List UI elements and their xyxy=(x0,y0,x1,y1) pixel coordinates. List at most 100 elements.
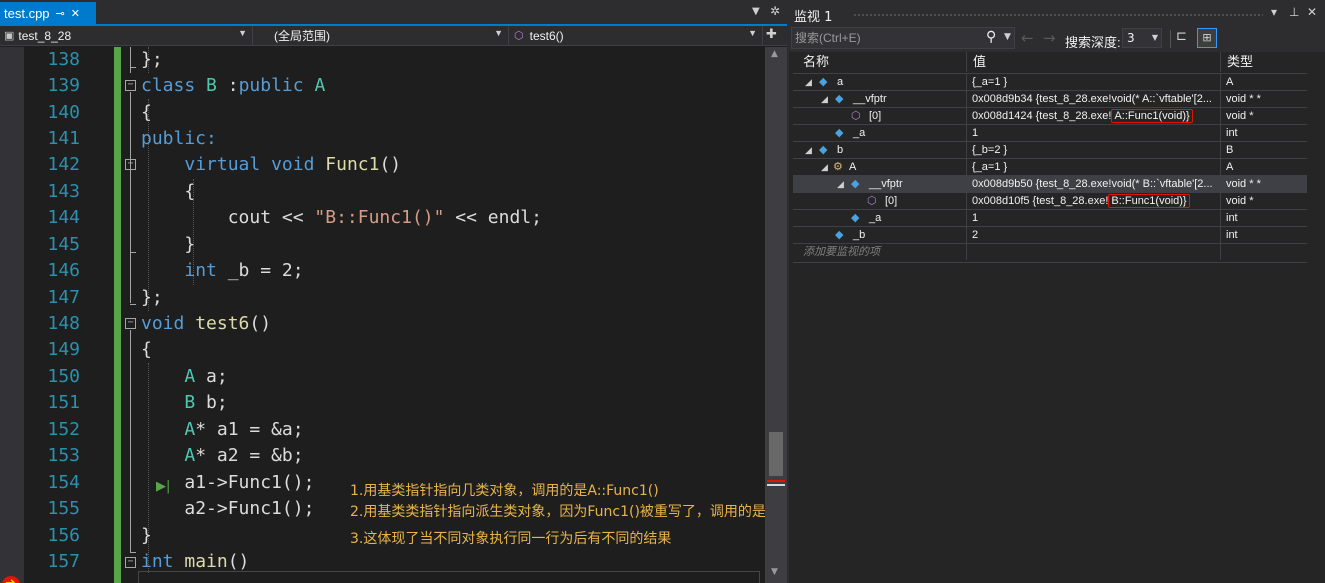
watch-row-selected[interactable]: ◢ ◆ __vfptr 0x008d9b50 {test_8_28.exe!vo… xyxy=(793,175,1307,192)
chevron-down-icon: ▼ xyxy=(494,28,503,38)
toolbar-separator xyxy=(1170,30,1171,48)
watch-row[interactable]: ◆ _a 1 int xyxy=(793,124,1307,141)
collapse-triangle-icon[interactable]: ◢ xyxy=(821,159,828,175)
chevron-down-icon[interactable]: ▼ xyxy=(1004,32,1011,42)
variable-icon: ◆ xyxy=(851,212,860,224)
window-menu-icon[interactable]: ▾ xyxy=(1271,5,1277,19)
scrollbar-thumb[interactable] xyxy=(769,432,783,476)
outline-tick xyxy=(130,304,136,305)
watch-value[interactable]: 1 xyxy=(967,210,1221,226)
collapse-icon[interactable]: − xyxy=(125,318,136,329)
watch-value[interactable]: 2 xyxy=(967,227,1221,243)
watch-type: void * xyxy=(1226,195,1254,207)
watch-row[interactable]: ⬡ [0] 0x008d10f5 {test_8_28.exe! B::Func1… xyxy=(793,192,1307,209)
collapse-triangle-icon[interactable]: ◢ xyxy=(837,176,844,192)
search-depth-value: 3 xyxy=(1127,31,1135,45)
watch-value[interactable]: 0x008d1424 {test_8_28.exe! A::Func1(void)… xyxy=(967,108,1221,124)
outline-tick xyxy=(130,67,136,68)
code-line-143: { xyxy=(184,181,196,202)
code-editor[interactable]: test.cpp ⊸ ✕ ▼ ✲ ▣ test_8_28 ▼ (全局范围) ▼ … xyxy=(0,0,838,583)
chevron-down-icon: ▼ xyxy=(748,28,757,38)
watch-row[interactable]: ◢ ◆ b {_b=2 } B xyxy=(793,141,1307,158)
watch-value[interactable]: {_a=1 } xyxy=(967,159,1221,175)
base-class-icon: ⚙ xyxy=(833,161,843,173)
watch-name-cell: ◆ _b xyxy=(793,227,967,243)
line-number: 140 xyxy=(47,102,80,123)
watch-value[interactable]: 0x008d9b34 {test_8_28.exe!void(* A::`vft… xyxy=(967,91,1221,107)
add-watch-placeholder[interactable]: 添加要监视的项 xyxy=(803,244,880,260)
scroll-down-icon[interactable]: ▼ xyxy=(771,567,778,577)
watch-value[interactable]: {_a=1 } xyxy=(967,74,1221,90)
collapse-triangle-icon[interactable]: ◢ xyxy=(821,91,828,107)
watch-window: 监视 1 ▾ ⊥ ✕ ⚲ ▼ ← → 搜索深度: 3 ▼ ⊏ ⊞ 名称 值 类型… xyxy=(789,0,1325,583)
watch-row[interactable]: ◢ ◆ __vfptr 0x008d9b34 {test_8_28.exe!vo… xyxy=(793,90,1307,107)
watch-name-cell: ◢ ⚙ A xyxy=(793,159,967,175)
watch-row[interactable]: ◆ _a 1 int xyxy=(793,209,1307,226)
change-tracking-bar xyxy=(114,47,121,583)
line-number: 139 xyxy=(47,75,80,96)
watch-type: void * * xyxy=(1226,178,1261,190)
chevron-down-icon: ▼ xyxy=(1151,33,1158,42)
collapse-triangle-icon[interactable]: ◢ xyxy=(805,74,812,90)
collapse-icon[interactable]: − xyxy=(125,80,136,91)
watch-value-prefix: 0x008d10f5 {test_8_28.exe! xyxy=(972,195,1109,207)
project-dropdown[interactable]: ▣ test_8_28 ▼ xyxy=(0,26,253,45)
search-depth-select[interactable]: 3 ▼ xyxy=(1122,28,1162,48)
variable-icon: ◆ xyxy=(835,229,844,241)
search-box[interactable]: ⚲ ▼ xyxy=(791,27,1015,49)
watch-row[interactable]: ◢ ⚙ A {_a=1 } A xyxy=(793,158,1307,175)
collapse-triangle-icon[interactable]: ◢ xyxy=(805,142,812,158)
collapse-icon[interactable]: − xyxy=(125,159,136,170)
search-input[interactable] xyxy=(795,30,981,46)
code-line-142: virtual void Func1() xyxy=(184,154,402,175)
watch-name: __vfptr xyxy=(853,93,887,105)
watch-value[interactable]: 0x008d9b50 {test_8_28.exe!void(* B::`vft… xyxy=(967,176,1221,192)
tab-test-cpp[interactable]: test.cpp ⊸ ✕ xyxy=(0,2,96,24)
line-number: 141 xyxy=(47,128,80,149)
line-number: 143 xyxy=(47,181,80,202)
line-number: 155 xyxy=(47,498,80,519)
scope-dropdown[interactable]: (全局范围) ▼ xyxy=(254,26,509,45)
pin-icon[interactable]: ⊸ xyxy=(56,7,65,20)
gear-icon[interactable]: ✲ xyxy=(770,4,780,18)
watch-scrollbar[interactable] xyxy=(1307,52,1325,583)
close-icon[interactable]: ✕ xyxy=(71,7,80,20)
close-icon[interactable]: ✕ xyxy=(1307,5,1317,19)
watch-type: A xyxy=(1226,76,1234,88)
column-header-name[interactable]: 名称 xyxy=(793,52,967,72)
watch-title: 监视 1 xyxy=(794,10,833,25)
watch-value[interactable]: {_b=2 } xyxy=(967,142,1221,158)
code-line-146: int _b = 2; xyxy=(184,260,304,281)
pin-icon[interactable]: ⊥ xyxy=(1289,5,1299,19)
back-arrow-icon[interactable]: ← xyxy=(1021,29,1034,47)
add-watch-row[interactable]: 添加要监视的项 xyxy=(793,243,1307,260)
column-header-value[interactable]: 值 xyxy=(967,52,1221,72)
grip-dots[interactable] xyxy=(853,13,1263,18)
editor-scrollbar[interactable]: ▲ ▼ xyxy=(765,47,787,583)
split-editor-icon[interactable]: ✚ xyxy=(766,27,777,42)
watch-name: _a xyxy=(869,212,882,224)
indicator-margin[interactable] xyxy=(0,47,24,583)
outline-line xyxy=(130,92,131,303)
forward-arrow-icon[interactable]: → xyxy=(1043,29,1056,47)
breakpoint-marker xyxy=(767,480,785,482)
watch-value[interactable]: 1 xyxy=(967,125,1221,141)
highlighted-function: A::Func1(void)} xyxy=(1111,109,1193,123)
line-number: 145 xyxy=(47,234,80,255)
variable-icon: ◆ xyxy=(851,178,860,190)
variable-icon: ◆ xyxy=(835,93,844,105)
function-dropdown[interactable]: ⬡ test6() ▼ xyxy=(510,26,763,45)
column-header-type[interactable]: 类型 xyxy=(1221,52,1307,72)
watch-row[interactable]: ◆ _b 2 int xyxy=(793,226,1307,243)
hex-display-icon[interactable]: ⊞ xyxy=(1197,28,1217,48)
watch-name-cell: ⬡ [0] xyxy=(793,108,967,124)
watch-name-cell: ◆ _a xyxy=(793,125,967,141)
collapse-icon[interactable]: − xyxy=(125,557,136,568)
watch-value[interactable]: 0x008d10f5 {test_8_28.exe! B::Func1(void)… xyxy=(967,193,1221,209)
search-icon[interactable]: ⚲ xyxy=(986,29,996,45)
watch-row[interactable]: ◢ ◆ a {_a=1 } A xyxy=(793,73,1307,90)
scroll-up-icon[interactable]: ▲ xyxy=(771,49,778,59)
tab-list-dropdown-icon[interactable]: ▼ xyxy=(752,6,760,17)
pin-to-source-icon[interactable]: ⊏ xyxy=(1176,29,1187,44)
watch-row[interactable]: ⬡ [0] 0x008d1424 {test_8_28.exe! A::Func1… xyxy=(793,107,1307,124)
